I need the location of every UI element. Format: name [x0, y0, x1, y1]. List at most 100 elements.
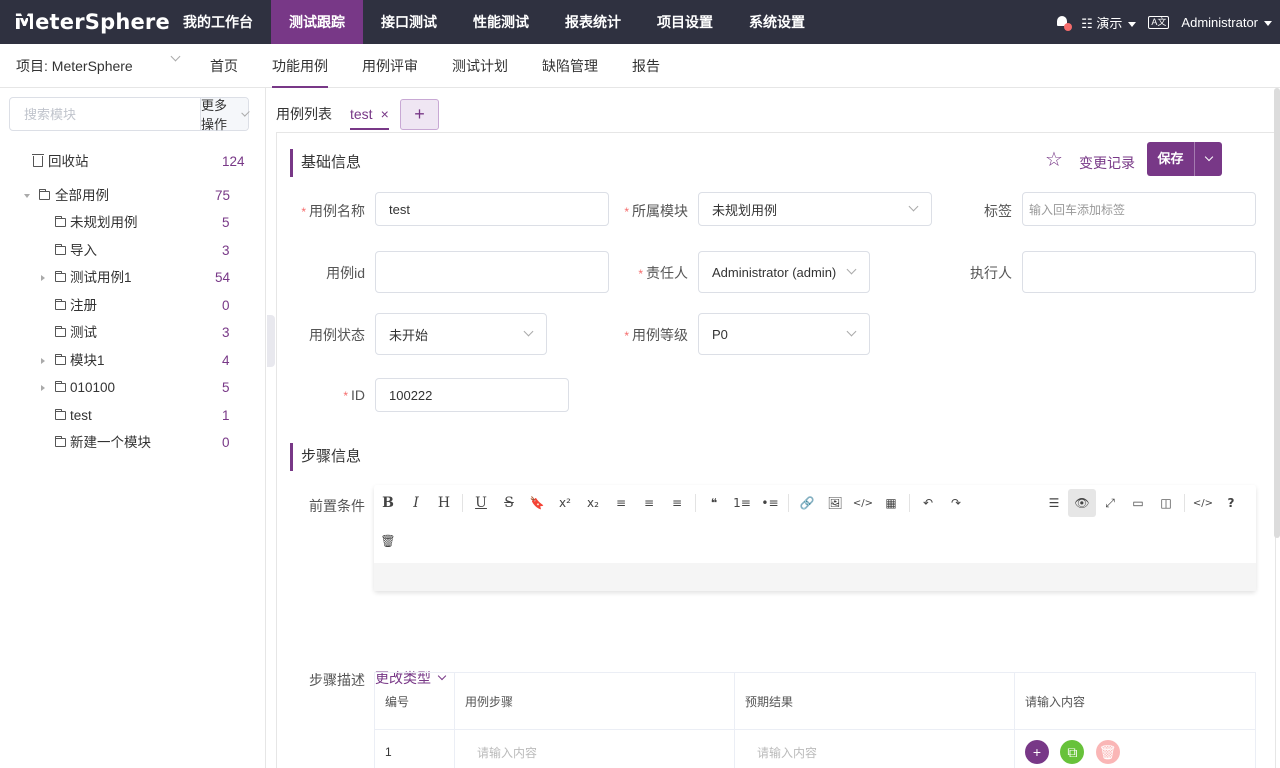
owner-select[interactable]: Administrator (admin)	[698, 251, 870, 293]
tab-case-list[interactable]: 用例列表	[276, 98, 350, 130]
save-button[interactable]: 保存	[1147, 142, 1222, 176]
tree-item-module[interactable]: 未规划用例 5	[0, 209, 266, 237]
expected-result-textarea[interactable]: 请输入内容	[734, 729, 1015, 768]
delete-step-button[interactable]: 🗑	[1095, 740, 1120, 764]
nav-workbench[interactable]: 我的工作台	[165, 0, 271, 44]
link-icon[interactable]: 🔗	[793, 496, 821, 510]
add-tab-button[interactable]: +	[400, 99, 439, 130]
tab-test-plan[interactable]: 测试计划	[435, 44, 525, 88]
copy-step-button[interactable]: ⧉	[1060, 740, 1085, 764]
user-menu[interactable]: Administrator	[1181, 15, 1272, 30]
chevron-down-icon	[170, 51, 181, 61]
preview-icon[interactable]: 👁	[1068, 489, 1096, 517]
tree-item-all-cases[interactable]: 全部用例 75	[0, 182, 266, 210]
step-desc-textarea[interactable]: 请输入内容	[454, 729, 735, 768]
add-step-button[interactable]: +	[1025, 740, 1049, 764]
quote-icon[interactable]: ❝	[700, 496, 728, 510]
nav-system-settings[interactable]: 系统设置	[731, 0, 823, 44]
more-operations-button[interactable]: 更多操作	[200, 98, 250, 132]
nav-api-test[interactable]: 接口测试	[363, 0, 455, 44]
italic-icon[interactable]: I	[402, 495, 430, 511]
window-icon[interactable]: ▭	[1124, 496, 1152, 510]
align-center-icon[interactable]: ≡	[635, 496, 663, 510]
align-right-icon[interactable]: ≡	[663, 496, 691, 510]
section-title-steps: 步骤信息	[290, 443, 361, 471]
tree-item-module[interactable]: test 1	[0, 402, 266, 430]
list-icon: ☷	[1081, 15, 1097, 31]
tree-item-recycle-bin[interactable]: 回收站 124	[0, 148, 266, 176]
precondition-editor: B I H U S 🔖 x² x₂ ≡ ≡ ≡ ❝ 1≡ •≡ 🔗 🖼 </> …	[374, 485, 1256, 591]
tree-item-module[interactable]: 新建一个模块 0	[0, 429, 266, 457]
tree-item-module[interactable]: 测试 3	[0, 319, 266, 347]
tree-item-module[interactable]: 010100 5	[0, 374, 266, 402]
unordered-list-icon[interactable]: •≡	[756, 496, 784, 510]
folder-icon	[55, 271, 66, 282]
nav-test-tracking[interactable]: 测试跟踪	[271, 0, 363, 44]
caret-down-icon[interactable]	[24, 193, 30, 198]
main-scrollbar[interactable]	[1274, 88, 1280, 538]
underline-icon[interactable]: U	[467, 495, 495, 511]
folder-icon	[55, 326, 66, 337]
superscript-icon[interactable]: x²	[551, 496, 579, 510]
tab-open-case[interactable]: test ×	[350, 98, 389, 130]
undo-icon[interactable]: ↶	[914, 496, 942, 510]
toolbar-divider	[909, 494, 910, 512]
save-options-dropdown[interactable]	[1195, 142, 1222, 176]
table-header-row: 编号 用例步骤 预期结果 请输入内容	[374, 672, 1256, 730]
nav-performance-test[interactable]: 性能测试	[455, 0, 547, 44]
nav-project-settings[interactable]: 项目设置	[639, 0, 731, 44]
ordered-list-icon[interactable]: 1≡	[728, 496, 756, 510]
tab-case-review[interactable]: 用例评审	[345, 44, 435, 88]
heading-icon[interactable]: H	[430, 495, 458, 511]
caret-right-icon[interactable]	[41, 275, 45, 281]
align-left-icon[interactable]: ≡	[607, 496, 635, 510]
change-log-link[interactable]: 变更记录	[1079, 153, 1135, 173]
lang-switch-icon[interactable]: A文	[1148, 15, 1170, 29]
split-view-icon[interactable]: ◫	[1152, 496, 1180, 510]
subscript-icon[interactable]: x₂	[579, 496, 607, 510]
star-icon[interactable]: ☆	[1045, 150, 1065, 170]
tab-functional-cases[interactable]: 功能用例	[255, 44, 345, 88]
tree-item-count: 75	[215, 187, 231, 203]
tree-item-module[interactable]: 模块1 4	[0, 347, 266, 375]
strikethrough-icon[interactable]: S	[495, 495, 523, 511]
tree-item-module[interactable]: 注册 0	[0, 292, 266, 320]
nav-reports[interactable]: 报表统计	[547, 0, 639, 44]
case-status-select[interactable]: 未开始	[375, 313, 547, 355]
help-icon[interactable]: ?	[1217, 496, 1245, 510]
custom-id-input[interactable]: 100222	[375, 378, 569, 412]
caret-right-icon[interactable]	[41, 357, 45, 364]
tag-input[interactable]: 输入回车添加标签	[1022, 192, 1256, 226]
tree-item-module[interactable]: 测试用例1 54	[0, 264, 266, 292]
folder-icon	[39, 188, 50, 200]
case-id-input[interactable]	[375, 251, 609, 293]
table-icon[interactable]: ▦	[877, 496, 905, 510]
project-selector[interactable]: 项目: MeterSphere	[0, 51, 193, 76]
close-icon[interactable]: ×	[381, 98, 389, 128]
tree-item-module[interactable]: 导入 3	[0, 237, 266, 265]
tab-defect-management[interactable]: 缺陷管理	[525, 44, 615, 88]
code-icon[interactable]: </>	[849, 498, 877, 509]
image-icon[interactable]: 🖼	[821, 496, 849, 510]
caret-right-icon[interactable]	[41, 385, 45, 391]
html-code-icon[interactable]: </>	[1189, 498, 1217, 509]
case-name-input[interactable]: test	[375, 192, 609, 226]
tab-home[interactable]: 首页	[193, 44, 255, 88]
editor-content-area[interactable]	[374, 563, 1256, 591]
bold-icon[interactable]: B	[374, 495, 402, 511]
module-search-input[interactable]	[10, 98, 200, 130]
module-select[interactable]: 未规划用例	[698, 192, 932, 226]
tab-report[interactable]: 报告	[615, 44, 677, 88]
bookmark-icon[interactable]: 🔖	[523, 496, 551, 510]
trash-icon[interactable]: 🗑	[374, 534, 402, 548]
executor-select[interactable]	[1022, 251, 1256, 293]
fullscreen-icon[interactable]: ⤢	[1096, 496, 1124, 511]
chevron-down-icon	[523, 326, 534, 337]
toc-icon[interactable]: ☰	[1040, 496, 1068, 510]
workspace-switcher[interactable]: ☷ 演示	[1081, 13, 1137, 32]
case-level-select[interactable]: P0	[698, 313, 870, 355]
redo-icon[interactable]: ↷	[942, 496, 970, 510]
app-logo[interactable]: MeterSphere	[0, 10, 170, 34]
notification-bell-icon[interactable]	[1055, 15, 1073, 31]
folder-icon	[55, 436, 66, 447]
